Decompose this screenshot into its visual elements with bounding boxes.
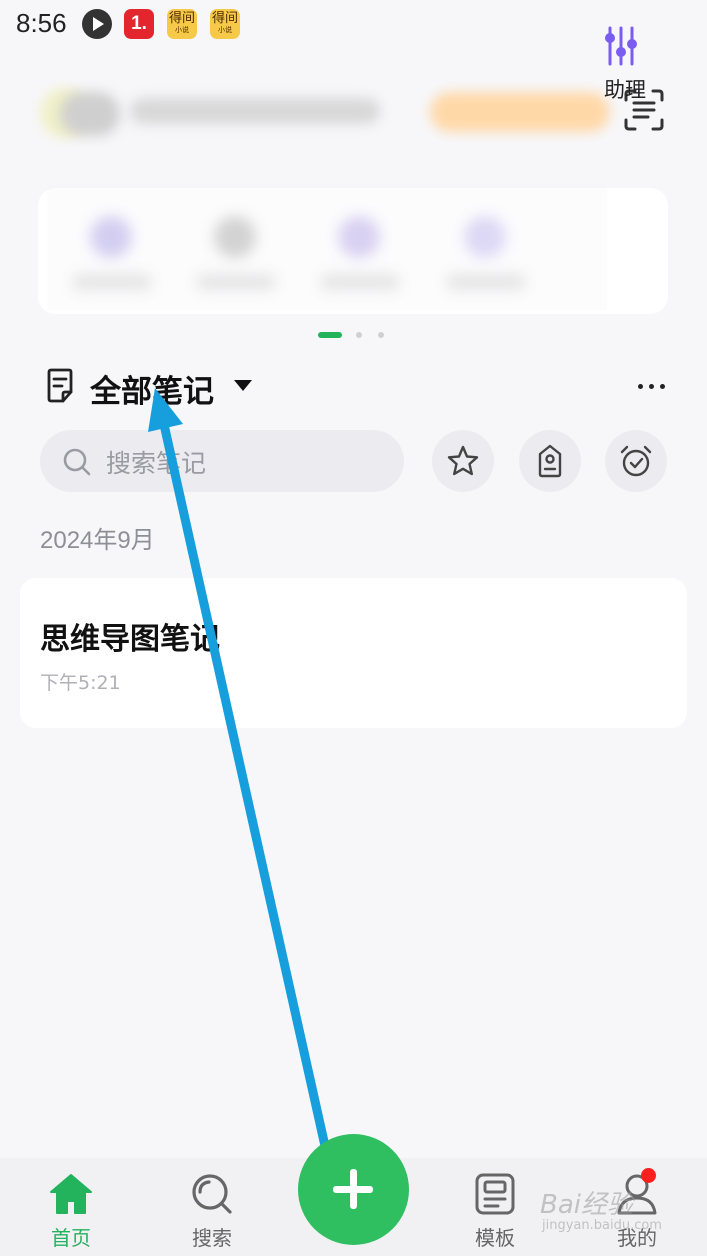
month-group-label: 2024年9月	[40, 527, 155, 554]
nav-template[interactable]: 模板	[445, 1172, 545, 1252]
note-time: 下午5:21	[40, 672, 121, 694]
status-time: 8:56	[16, 8, 67, 38]
star-icon	[447, 445, 479, 476]
reminder-button[interactable]	[605, 430, 667, 492]
number-one-app-icon: 1.	[124, 9, 154, 39]
template-icon	[475, 1173, 515, 1215]
notes-filter-title[interactable]: 全部笔记	[90, 366, 214, 411]
alarm-clock-icon	[620, 445, 652, 477]
novel-icon-text: 得间	[211, 11, 238, 26]
blurred-feature[interactable]	[436, 200, 532, 300]
feature-shortcuts	[38, 188, 668, 314]
assistant-sliders-icon	[605, 26, 637, 66]
tag-icon	[538, 444, 562, 478]
caret-down-icon[interactable]	[234, 380, 252, 391]
pager-dot	[378, 332, 384, 338]
nav-search-label: 搜索	[192, 1226, 232, 1250]
novel-icon-sub: 小说	[175, 26, 189, 34]
search-icon	[192, 1174, 232, 1214]
nav-home-label: 首页	[51, 1226, 91, 1250]
pager-dot	[356, 332, 362, 338]
more-button[interactable]	[636, 374, 668, 398]
watermark-sub: jingyan.baidu.com	[542, 1218, 662, 1233]
search-icon	[63, 448, 91, 476]
blurred-region	[130, 98, 380, 124]
home-icon	[50, 1174, 92, 1214]
search-input[interactable]: 搜索笔记	[40, 430, 404, 492]
blurred-account-area	[40, 70, 612, 160]
watermark-text: Bai经验	[540, 1190, 633, 1220]
nav-home[interactable]: 首页	[21, 1172, 121, 1252]
assistant-label: 助理	[604, 78, 646, 102]
blurred-region	[60, 92, 120, 136]
notes-header: 全部笔记	[40, 364, 670, 412]
blurred-feature[interactable]	[186, 200, 282, 300]
watermark: Bai经验 jingyan.baidu.com	[540, 1180, 700, 1240]
feature-assistant[interactable]: 助理	[574, 20, 654, 110]
pager-dot-active	[318, 332, 342, 338]
note-title: 思维导图笔记	[40, 622, 220, 657]
tags-button[interactable]	[519, 430, 581, 492]
note-item[interactable]: 思维导图笔记 下午5:21	[20, 578, 687, 728]
nav-template-label: 模板	[475, 1226, 515, 1250]
notebook-icon	[47, 368, 73, 403]
search-placeholder: 搜索笔记	[106, 449, 207, 478]
play-app-icon	[82, 9, 112, 39]
blurred-feature[interactable]	[62, 200, 158, 300]
nav-search[interactable]: 搜索	[162, 1172, 262, 1252]
favorites-button[interactable]	[432, 430, 494, 492]
novel-app-icon: 得间 小说	[167, 9, 197, 39]
blurred-feature[interactable]	[310, 200, 406, 300]
novel-icon-sub: 小说	[218, 26, 232, 34]
add-note-button[interactable]	[298, 1134, 409, 1245]
novel-app-icon: 得间 小说	[210, 9, 240, 39]
feature-pager	[318, 330, 398, 340]
novel-icon-text: 得间	[168, 11, 195, 26]
